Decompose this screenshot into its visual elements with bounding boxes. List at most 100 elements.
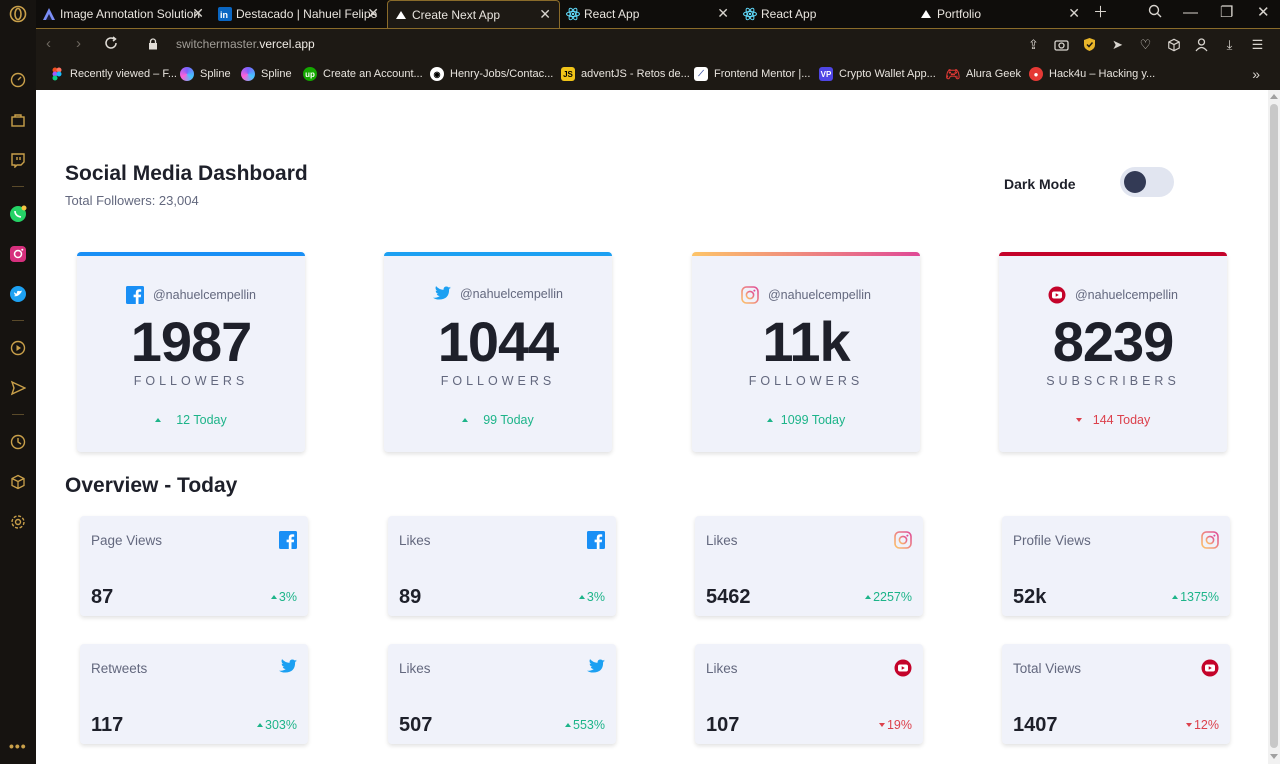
- reload-icon[interactable]: [104, 36, 118, 54]
- bookmark-label: Recently viewed – F...: [70, 68, 177, 80]
- profile-icon[interactable]: [1193, 36, 1210, 53]
- vercel-triangle-icon: [919, 7, 933, 21]
- follower-label: FOLLOWERS: [133, 374, 249, 388]
- tab-react-app-1[interactable]: React App ✕: [560, 0, 737, 28]
- speed-dial-icon[interactable]: [8, 70, 28, 90]
- bookmark-label: Spline: [200, 68, 231, 80]
- opera-logo-icon[interactable]: [8, 4, 28, 24]
- youtube-icon: [894, 659, 912, 677]
- trend-down-icon: [1185, 723, 1192, 727]
- follower-count: 1987: [130, 310, 253, 373]
- bookmark-item[interactable]: ◉ Henry-Jobs/Contac...: [430, 67, 553, 81]
- menu-icon[interactable]: ☰: [1249, 36, 1266, 53]
- instagram-icon: [1201, 531, 1219, 549]
- metric-name: Retweets: [91, 661, 148, 676]
- close-tab-icon[interactable]: ✕: [1068, 6, 1080, 20]
- tab-title: Destacado | Nahuel Felipe: [236, 7, 378, 21]
- today-change: 144 Today: [1092, 413, 1151, 427]
- player-icon[interactable]: [8, 338, 28, 358]
- bookmarks-bar: Recently viewed – F... Spline Spline up C…: [36, 60, 1280, 90]
- bookmark-item[interactable]: Spline: [241, 67, 292, 81]
- bookmark-item[interactable]: ● Hack4u – Hacking y...: [1029, 67, 1155, 81]
- bookmark-label: Frontend Mentor |...: [714, 68, 811, 80]
- address-bar: ‹ › switchermaster.vercel.app ⇪ ➤ ♡ ⤓ ☰: [36, 28, 1280, 60]
- bookmark-item[interactable]: Recently viewed – F...: [50, 67, 177, 81]
- page-scrollbar[interactable]: [1268, 90, 1280, 764]
- bookmark-item[interactable]: VP Crypto Wallet App...: [819, 67, 936, 81]
- toggle-knob: [1124, 171, 1146, 193]
- account-handle: @nahuelcempellin: [152, 288, 257, 302]
- instagram-icon[interactable]: [8, 244, 28, 264]
- overview-card-youtube-total-views: Total Views 1407 12%: [1002, 644, 1230, 744]
- metric-name: Profile Views: [1013, 533, 1091, 548]
- scroll-down-icon[interactable]: [1270, 754, 1278, 759]
- maximize-window-icon[interactable]: ❐: [1220, 4, 1233, 22]
- bookmark-item[interactable]: 🎮︎ Alura Geek: [945, 67, 1021, 81]
- twitter-icon[interactable]: [8, 284, 28, 304]
- url-field[interactable]: switchermaster.vercel.app: [176, 37, 315, 51]
- back-icon[interactable]: ‹: [46, 36, 51, 52]
- close-tab-icon[interactable]: ✕: [367, 6, 379, 20]
- extensions-icon[interactable]: [1165, 36, 1182, 53]
- frontend-mentor-icon: ⟋: [694, 67, 708, 81]
- more-bookmarks-icon[interactable]: »: [1252, 66, 1260, 82]
- new-tab-icon[interactable]: ＋: [1093, 4, 1108, 22]
- close-tab-icon[interactable]: ✕: [717, 6, 729, 20]
- settings-gear-icon[interactable]: [8, 512, 28, 532]
- facebook-icon: [125, 286, 144, 304]
- scroll-up-icon[interactable]: [1270, 94, 1278, 99]
- favorites-heart-icon[interactable]: ♡: [1137, 36, 1154, 53]
- sidebar-more-icon[interactable]: •••: [9, 738, 27, 754]
- history-icon[interactable]: [8, 432, 28, 452]
- url-domain: vercel.app: [259, 37, 315, 51]
- account-handle: @nahuelcempellin: [1074, 288, 1179, 302]
- trend-up-icon: [766, 418, 773, 422]
- downloads-icon[interactable]: ⤓: [1221, 36, 1238, 53]
- forward-icon[interactable]: ›: [76, 36, 81, 52]
- bookmark-item[interactable]: JS adventJS - Retos de...: [561, 67, 690, 81]
- metric-value: 87: [91, 586, 114, 608]
- bookmark-item[interactable]: ⟋ Frontend Mentor |...: [694, 67, 810, 81]
- close-tab-icon[interactable]: ✕: [539, 7, 551, 21]
- metric-percent: 2257%: [873, 590, 912, 604]
- metric-percent: 1375%: [1180, 590, 1219, 604]
- close-window-icon[interactable]: ✕: [1257, 4, 1270, 22]
- scrollbar-thumb[interactable]: [1270, 104, 1278, 748]
- close-tab-icon[interactable]: ✕: [192, 6, 204, 20]
- tab-image-annotation[interactable]: Image Annotation Solution ✕: [36, 0, 212, 28]
- tab-portfolio[interactable]: Portfolio ✕: [913, 0, 1088, 28]
- bookmark-item[interactable]: Spline: [180, 67, 231, 81]
- whatsapp-icon[interactable]: [8, 204, 28, 224]
- react-icon: [566, 7, 580, 21]
- page-title: Social Media Dashboard: [65, 162, 308, 185]
- trend-down-icon: [878, 723, 885, 727]
- flow-send-icon[interactable]: ➤: [1109, 36, 1126, 53]
- tab-create-next-app[interactable]: Create Next App ✕: [387, 0, 560, 28]
- svg-text:in: in: [220, 10, 228, 20]
- metric-percent: 553%: [573, 718, 605, 732]
- tab-title: Image Annotation Solution: [60, 7, 201, 21]
- adblock-shield-icon[interactable]: [1081, 36, 1098, 53]
- dark-mode-toggle[interactable]: [1120, 167, 1174, 197]
- workspaces-icon[interactable]: [8, 110, 28, 130]
- twitter-icon: [432, 286, 451, 301]
- search-tabs-icon[interactable]: [1148, 4, 1162, 23]
- tab-title: React App: [761, 7, 817, 21]
- spline-icon: [180, 67, 194, 81]
- sidebar-separator: [12, 320, 24, 321]
- twitch-icon[interactable]: [8, 150, 28, 170]
- tab-react-app-2[interactable]: React App: [737, 0, 913, 28]
- tab-linkedin[interactable]: in Destacado | Nahuel Felipe ✕: [212, 0, 387, 28]
- account-handle: @nahuelcempellin: [767, 288, 872, 302]
- camera-icon[interactable]: [1053, 36, 1070, 53]
- facebook-icon: [279, 531, 297, 549]
- upwork-icon: up: [303, 67, 317, 81]
- extensions-cube-icon[interactable]: [8, 472, 28, 492]
- metric-name: Likes: [706, 533, 738, 548]
- lock-icon[interactable]: [148, 37, 158, 55]
- send-icon[interactable]: [8, 378, 28, 398]
- share-icon[interactable]: ⇪: [1025, 36, 1042, 53]
- metric-value: 507: [399, 714, 433, 736]
- minimize-window-icon[interactable]: —: [1183, 4, 1198, 22]
- bookmark-item[interactable]: up Create an Account...: [303, 67, 423, 81]
